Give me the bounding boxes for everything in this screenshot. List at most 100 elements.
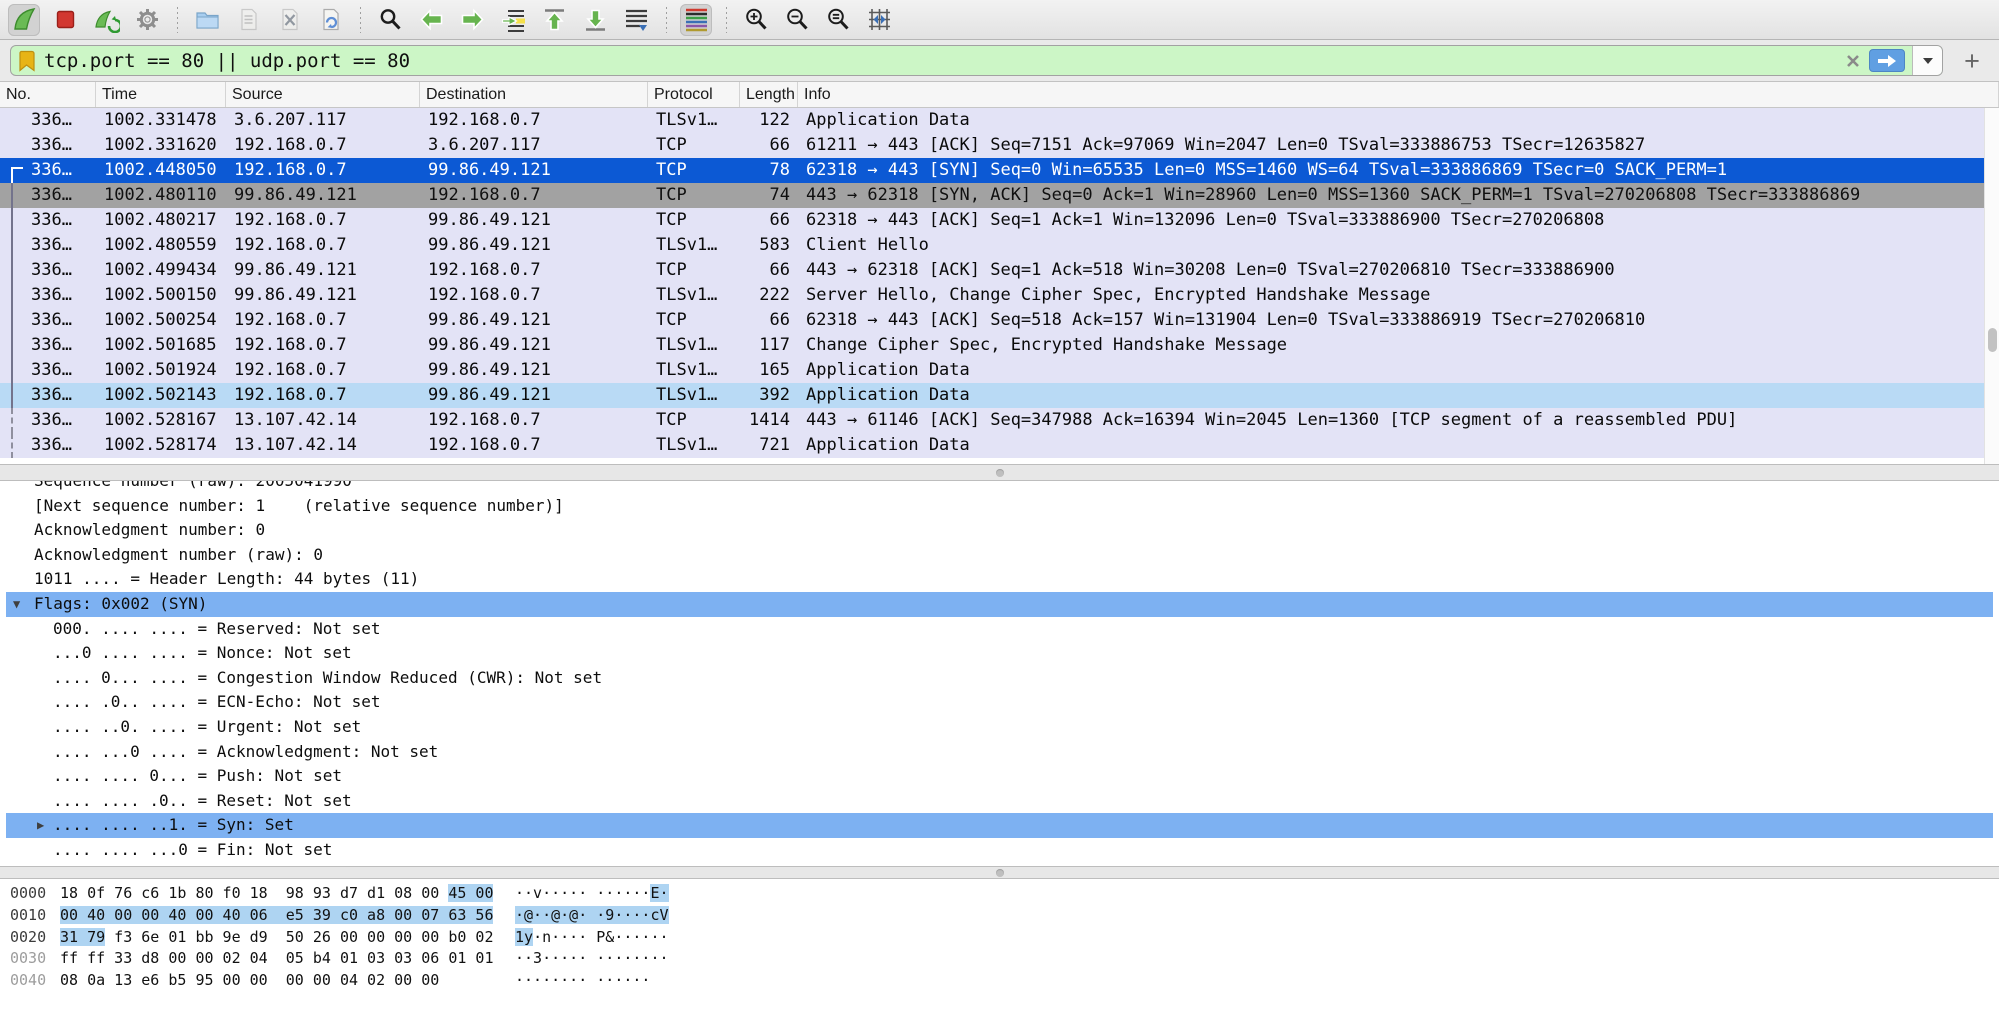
colorize-button[interactable]: [680, 4, 712, 36]
reload-file-button[interactable]: [314, 4, 346, 36]
packet-row[interactable]: 336…1002.49943499.86.49.121192.168.0.7TC…: [0, 258, 1999, 283]
column-header-time[interactable]: Time: [96, 82, 226, 107]
hex-row[interactable]: 0030ff ff 33 d8 00 00 02 04 05 b4 01 03 …: [10, 948, 1999, 970]
hex-bytes: 31 79 f3 6e 01 bb 9e d9 50 26 00 00 00 0…: [60, 927, 515, 949]
column-header-destination[interactable]: Destination: [420, 82, 648, 107]
zoom-reset-button[interactable]: [822, 4, 854, 36]
cell-destination: 99.86.49.121: [420, 158, 648, 183]
start-capture-button[interactable]: [8, 4, 40, 36]
detail-line[interactable]: Acknowledgment number (raw): 0: [6, 543, 1993, 568]
hex-row[interactable]: 001000 40 00 00 40 00 40 06 e5 39 c0 a8 …: [10, 905, 1999, 927]
detail-line[interactable]: .... .... 0... = Push: Not set: [6, 764, 1993, 789]
packet-row[interactable]: 336…1002.501685192.168.0.799.86.49.121TL…: [0, 333, 1999, 358]
bookmark-icon[interactable]: [18, 50, 35, 72]
stop-capture-button[interactable]: [49, 4, 81, 36]
detail-line[interactable]: [Next sequence number: 1 (relative seque…: [6, 494, 1993, 519]
detail-line[interactable]: ▼Flags: 0x002 (SYN): [6, 592, 1993, 617]
restart-capture-button[interactable]: [90, 4, 122, 36]
cell-source: 99.86.49.121: [226, 183, 420, 208]
cell-source: 192.168.0.7: [226, 358, 420, 383]
hex-row[interactable]: 002031 79 f3 6e 01 bb 9e d9 50 26 00 00 …: [10, 927, 1999, 949]
packet-row[interactable]: 336…1002.52816713.107.42.14192.168.0.7TC…: [0, 408, 1999, 433]
capture-options-button[interactable]: [131, 4, 163, 36]
detail-line[interactable]: Acknowledgment number: 0: [6, 518, 1993, 543]
save-file-button[interactable]: [232, 4, 264, 36]
cell-source: 99.86.49.121: [226, 283, 420, 308]
cell-no: 336…: [0, 258, 96, 283]
find-packet-button[interactable]: [374, 4, 406, 36]
packet-row[interactable]: 336…1002.500254192.168.0.799.86.49.121TC…: [0, 308, 1999, 333]
detail-line[interactable]: ▶.... .... ..1. = Syn: Set: [6, 813, 1993, 838]
pane-splitter-top[interactable]: [0, 464, 1999, 481]
packet-row[interactable]: 336…1002.3314783.6.207.117192.168.0.7TLS…: [0, 108, 1999, 133]
packet-row[interactable]: 336…1002.448050192.168.0.799.86.49.121TC…: [0, 158, 1999, 183]
detail-line[interactable]: ...0 .... .... = Nonce: Not set: [6, 641, 1993, 666]
detail-text: .... ...0 .... = Acknowledgment: Not set: [53, 742, 438, 761]
column-header-info[interactable]: Info: [798, 82, 1999, 107]
detail-line[interactable]: .... ..0. .... = Urgent: Not set: [6, 715, 1993, 740]
pane-splitter-bottom[interactable]: [0, 866, 1999, 879]
detail-line[interactable]: .... .0.. .... = ECN-Echo: Not set: [6, 690, 1993, 715]
open-file-button[interactable]: [191, 4, 223, 36]
filter-expression-text[interactable]: tcp.port == 80 || udp.port == 80: [44, 50, 1845, 72]
column-header-length[interactable]: Length: [740, 82, 798, 107]
ascii-plain: ·n···· P&······: [533, 928, 668, 946]
detail-line[interactable]: 000. .... .... = Reserved: Not set: [6, 617, 1993, 642]
packet-row[interactable]: 336…1002.501924192.168.0.799.86.49.121TL…: [0, 358, 1999, 383]
gear-icon: [134, 6, 161, 33]
hex-ascii: ··3····· ········: [515, 949, 669, 967]
hex-ascii: ··v····· ······E·: [515, 884, 669, 902]
packet-row[interactable]: 336…1002.331620192.168.0.73.6.207.117TCP…: [0, 133, 1999, 158]
cell-protocol: TCP: [648, 183, 740, 208]
column-header-no[interactable]: No.: [0, 82, 96, 107]
cell-destination: 3.6.207.117: [420, 133, 648, 158]
hex-bytes: ff ff 33 d8 00 00 02 04 05 b4 01 03 03 0…: [60, 948, 515, 970]
detail-line[interactable]: .... .... ...0 = Fin: Not set: [6, 838, 1993, 863]
expander-closed-icon[interactable]: ▶: [37, 813, 44, 838]
close-file-button[interactable]: [273, 4, 305, 36]
go-to-packet-button[interactable]: [497, 4, 529, 36]
packet-row[interactable]: 336…1002.502143192.168.0.799.86.49.121TL…: [0, 383, 1999, 408]
scrollbar-thumb[interactable]: [1988, 328, 1997, 352]
previous-packet-button[interactable]: [415, 4, 447, 36]
packet-row[interactable]: 336…1002.480559192.168.0.799.86.49.121TL…: [0, 233, 1999, 258]
add-filter-button[interactable]: +: [1955, 44, 1989, 78]
zoom-out-icon: [784, 6, 811, 33]
clear-filter-button[interactable]: [1845, 53, 1861, 69]
packet-row[interactable]: 336…1002.48011099.86.49.121192.168.0.7TC…: [0, 183, 1999, 208]
packet-row[interactable]: 336…1002.480217192.168.0.799.86.49.121TC…: [0, 208, 1999, 233]
detail-line[interactable]: .... 0... .... = Congestion Window Reduc…: [6, 666, 1993, 691]
hex-row[interactable]: 000018 0f 76 c6 1b 80 f0 18 98 93 d7 d1 …: [10, 883, 1999, 905]
cell-length: 66: [740, 208, 798, 233]
packet-list-scrollbar[interactable]: [1984, 108, 1999, 464]
display-filter-input[interactable]: tcp.port == 80 || udp.port == 80: [10, 45, 1943, 76]
cell-no: 336…: [0, 383, 96, 408]
auto-scroll-icon: [623, 6, 650, 33]
resize-columns-button[interactable]: [863, 4, 895, 36]
cell-info: 443 → 61146 [ACK] Seq=347988 Ack=16394 W…: [798, 408, 1999, 433]
auto-scroll-button[interactable]: [620, 4, 652, 36]
expander-open-icon[interactable]: ▼: [13, 592, 20, 617]
detail-line[interactable]: Sequence number (raw): 2005041990: [6, 481, 1993, 494]
cell-time: 1002.499434: [96, 258, 226, 283]
detail-line[interactable]: .... ...0 .... = Acknowledgment: Not set: [6, 740, 1993, 765]
apply-filter-button[interactable]: [1869, 49, 1905, 72]
packet-row[interactable]: 336…1002.50015099.86.49.121192.168.0.7TL…: [0, 283, 1999, 308]
cell-source: 192.168.0.7: [226, 233, 420, 258]
filter-dropdown-button[interactable]: [1912, 46, 1942, 75]
arrow-right-icon: [459, 6, 486, 33]
zoom-in-button[interactable]: [740, 4, 772, 36]
first-packet-button[interactable]: [538, 4, 570, 36]
zoom-out-button[interactable]: [781, 4, 813, 36]
column-header-protocol[interactable]: Protocol: [648, 82, 740, 107]
packet-row[interactable]: 336…1002.52817413.107.42.14192.168.0.7TL…: [0, 433, 1999, 458]
next-packet-button[interactable]: [456, 4, 488, 36]
detail-line[interactable]: .... .... .0.. = Reset: Not set: [6, 789, 1993, 814]
cell-protocol: TLSv1…: [648, 233, 740, 258]
detail-text: Acknowledgment number (raw): 0: [34, 545, 323, 564]
detail-line[interactable]: 1011 .... = Header Length: 44 bytes (11): [6, 567, 1993, 592]
column-header-source[interactable]: Source: [226, 82, 420, 107]
last-packet-button[interactable]: [579, 4, 611, 36]
cell-info: Application Data: [798, 433, 1999, 458]
hex-row[interactable]: 004008 0a 13 e6 b5 95 00 00 00 00 04 02 …: [10, 970, 1999, 992]
